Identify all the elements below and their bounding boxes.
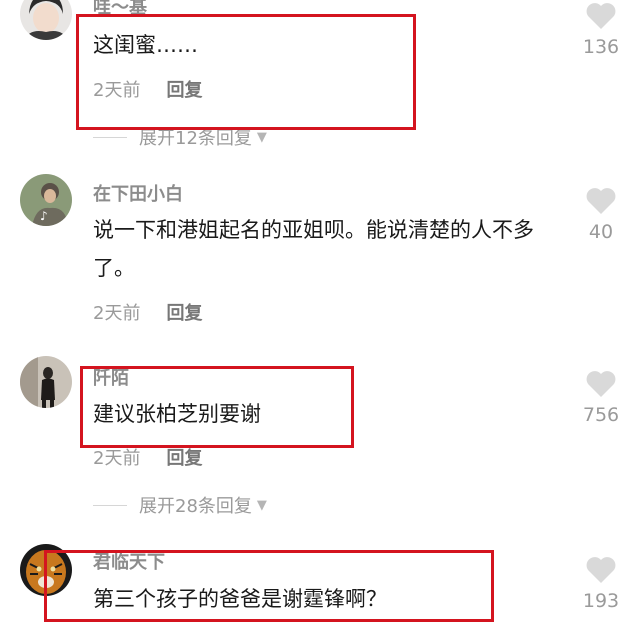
comment-text: 说一下和港姐起名的亚姐呗。能说清楚的人不多了。 (93, 218, 534, 280)
triangle-down-icon: ▼ (256, 129, 267, 145)
heart-icon (586, 3, 616, 30)
like-count: 756 (582, 404, 620, 426)
like-count: 40 (588, 221, 614, 243)
svg-text:♪: ♪ (40, 209, 48, 223)
timestamp: 2天前 (93, 448, 141, 469)
like-count: 193 (582, 590, 620, 612)
like-button[interactable]: 136 (578, 2, 624, 58)
divider (93, 504, 127, 506)
divider (93, 136, 127, 138)
like-button[interactable]: 193 (578, 556, 624, 612)
avatar[interactable] (20, 356, 72, 408)
highlight-box (76, 14, 416, 130)
like-button[interactable]: 756 (578, 370, 624, 426)
heart-icon (586, 371, 616, 397)
highlight-box (44, 550, 494, 622)
avatar[interactable]: ♪ (20, 174, 72, 226)
expand-replies-button[interactable]: 展开28条回复 ▼ (93, 492, 267, 518)
expand-replies-label: 展开28条回复 (139, 496, 252, 517)
highlight-box (80, 366, 354, 448)
heart-icon (586, 557, 616, 583)
heart-icon (586, 188, 616, 214)
timestamp: 2天前 (93, 303, 141, 324)
reply-button[interactable]: 回复 (166, 303, 202, 324)
triangle-down-icon: ▼ (256, 497, 267, 513)
comment-meta: 2天前 回复 (93, 299, 202, 325)
like-button[interactable]: 40 (578, 187, 624, 243)
like-count: 136 (582, 36, 620, 58)
avatar[interactable] (20, 0, 72, 40)
reply-button[interactable]: 回复 (166, 448, 202, 469)
username[interactable]: 在下田小白 (93, 180, 183, 206)
